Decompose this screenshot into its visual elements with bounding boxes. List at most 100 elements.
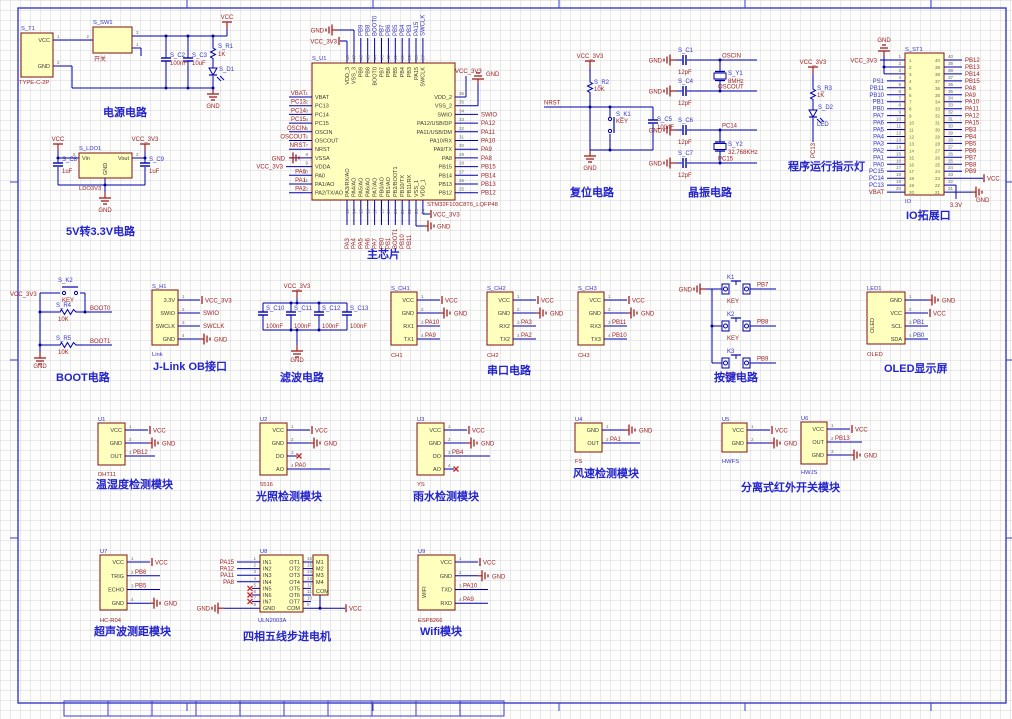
gndE-symbol[interactable] — [467, 437, 478, 449]
net-label[interactable]: GND — [550, 312, 564, 318]
net-label[interactable]: PA12 — [481, 121, 496, 127]
net-label[interactable]: PB1 — [386, 237, 392, 249]
net-label[interactable]: GND — [214, 338, 228, 344]
keyBig-symbol[interactable] — [721, 280, 751, 295]
net-label[interactable]: VCC_3V3 — [850, 59, 877, 65]
net-label[interactable]: S_R1 — [218, 44, 234, 50]
net-label[interactable]: PB4 — [965, 135, 977, 141]
net-label[interactable]: S_R2 — [594, 80, 610, 86]
gndS-symbol[interactable] — [325, 24, 338, 36]
component-value[interactable]: HWFS — [722, 459, 739, 465]
circuit-block-stepper-motor-driver[interactable]: U8 ULN2003A 1 IN1 PA15 2 IN2 PA12 3 IN3 PA11 4 IN4 PA… — [197, 549, 363, 643]
x-symbol[interactable] — [247, 585, 253, 592]
net-label[interactable]: PA7 — [372, 237, 378, 249]
circuit-block-main-mcu[interactable]: S_U1STM32F103C8T6_LQFP481VBATVBAT2PC13PC… — [256, 15, 500, 261]
net-label[interactable]: VCC_3V3 — [455, 69, 482, 75]
net-label[interactable]: LED — [817, 122, 829, 128]
component-U6[interactable]: U6 HWJS 1 VCC VCC 2 OUT PB13 3 GND GND — [800, 416, 878, 476]
gndU-symbol[interactable] — [878, 44, 890, 56]
gndE-symbol[interactable] — [478, 570, 489, 582]
net-label[interactable]: BOOT1 — [393, 228, 399, 249]
net-label[interactable]: SWIO — [481, 112, 497, 118]
net-label[interactable]: PB0 — [873, 107, 885, 113]
net-label[interactable]: VCC — [987, 177, 1000, 183]
gndE-symbol[interactable] — [625, 424, 636, 436]
component-value[interactable]: CH2 — [487, 353, 499, 359]
net-label[interactable]: PB10 — [400, 234, 406, 249]
gnd-symbol[interactable] — [99, 192, 111, 205]
net-label[interactable]: VCC_3V3 — [310, 40, 337, 46]
net-label[interactable]: VCC_3V3 — [800, 60, 827, 66]
net-label[interactable]: PC14 — [291, 108, 307, 114]
net-label[interactable]: S_R5 — [56, 336, 72, 342]
net-label[interactable]: VCC — [933, 312, 946, 318]
circuit-block-oled-display[interactable]: LED1 OLED OLED 1 GND GND 2 VCC VCC 3 SCL PB1 4 SDA PB0… — [866, 286, 956, 375]
gndE-symbol[interactable] — [627, 307, 638, 319]
vccT-symbol[interactable] — [585, 60, 595, 68]
net-label[interactable]: 1uF — [149, 169, 160, 175]
component-designator[interactable]: U1 — [98, 417, 105, 423]
net-label[interactable]: PA2 — [521, 333, 533, 339]
component-value[interactable]: Link — [152, 352, 163, 358]
net-label[interactable]: PA10 — [425, 320, 440, 326]
gnd-symbol[interactable] — [34, 352, 46, 365]
component-S_H1[interactable]: S_H1 Link 1 3.3V VCC_3V3 2 SWIO SWIO 3 SWCLK SWCLK… — [151, 284, 232, 358]
net-label[interactable]: GND — [877, 38, 891, 44]
net-label[interactable]: PB12 — [133, 450, 148, 456]
net-label[interactable]: 1K — [817, 93, 824, 99]
gndE-symbol[interactable] — [928, 294, 939, 306]
net-label[interactable]: PC13 — [291, 100, 307, 106]
component-U5[interactable]: U5 HWFS 1 VCC VCC 2 GND GND — [721, 417, 798, 465]
component-U2[interactable]: U2 5516 1 VCC VCC 2 GND GND 3 DO 4 AO PA0 — [259, 417, 338, 488]
net-label[interactable]: SWCLK — [421, 15, 427, 36]
net-label[interactable]: S_C3 — [192, 53, 208, 59]
block-title-ir-switch-module[interactable]: 分离式红外开关模块 — [741, 480, 841, 494]
net-label[interactable]: GND — [33, 364, 47, 370]
net-label[interactable]: NRST — [544, 101, 561, 107]
circuit-block-ldo-5v-to-3v3[interactable]: S_LDO1LDO3V33Vin2VoutGNDVCC VCC_3V3S_C81u… — [52, 137, 165, 238]
block-title-main-mcu[interactable]: 主芯片 — [367, 247, 400, 261]
block-title-serial-port-circuit[interactable]: 串口电路 — [487, 363, 532, 377]
net-label[interactable]: PB3 — [407, 24, 413, 36]
net-label[interactable]: 10K — [594, 87, 605, 93]
gndE-symbol[interactable] — [310, 437, 321, 449]
net-label[interactable]: PA3 — [873, 141, 885, 147]
capH-symbol[interactable] — [682, 86, 687, 96]
net-label[interactable]: VCC_3V3 — [284, 284, 311, 290]
net-label[interactable]: KEY — [727, 336, 739, 342]
block-title-oled-display[interactable]: OLED显示屏 — [884, 362, 948, 375]
net-label[interactable]: PB9 — [359, 24, 365, 36]
gnd-symbol[interactable] — [291, 345, 303, 358]
net-label[interactable]: PB6 — [135, 570, 147, 576]
net-label[interactable]: PB8 — [366, 24, 372, 36]
circuit-block-jlink-ob-header[interactable]: S_H1 Link 1 3.3V VCC_3V3 2 SWIO SWIO 3 SWCLK SWCLK… — [151, 284, 232, 373]
net-label[interactable]: 12pF — [678, 173, 692, 179]
block-title-temp-humidity-module[interactable]: 温湿度检测模块 — [96, 477, 174, 491]
net-label[interactable]: GND — [649, 59, 663, 65]
block-title-stepper-motor-driver[interactable]: 四相五线步进电机 — [243, 629, 331, 643]
net-label[interactable]: PB10 — [869, 93, 884, 99]
net-label[interactable]: PB12 — [965, 58, 980, 64]
net-label[interactable]: 10uF — [192, 61, 206, 67]
capV-symbol[interactable] — [258, 311, 268, 316]
component-S_T1[interactable]: S_T1 TYPE-C-2P 1 VCC 2 GND — [19, 26, 60, 86]
block-title-light-sensor-module[interactable]: 光照检测模块 — [255, 489, 323, 503]
net-label[interactable]: K2 — [727, 312, 735, 318]
component-M1CON[interactable]: M1M2M3M4 COM — [312, 554, 329, 596]
net-label[interactable]: 10K — [58, 317, 69, 323]
net-label[interactable]: GND — [641, 312, 655, 318]
net-label[interactable]: PA1 — [295, 178, 307, 184]
net-label[interactable]: S_D1 — [219, 67, 235, 73]
block-title-crystal-circuit[interactable]: 晶振电路 — [688, 185, 733, 199]
net-label[interactable]: PB13 — [965, 65, 980, 71]
circuit-block-power-circuit[interactable]: S_T1 TYPE-C-2P 1 VCC 2 GND S_SW1 2 3 1 VCC 开关 S_C2 10… — [19, 15, 235, 119]
net-label[interactable]: PB9 — [757, 357, 769, 363]
component-S_CH1[interactable]: S_CH1 CH1 1 VCC VCC 2 GND GND 3 RX1 PA10 4 TX1 PA9 — [390, 286, 468, 359]
circuit-block-key-button-circuit[interactable]: GNDK1KEYPB7K2KEYPB8K3KEYPB9按键电路 — [679, 275, 776, 384]
net-label[interactable]: PB14 — [965, 72, 980, 78]
net-label[interactable]: GND — [639, 429, 653, 435]
component-designator[interactable]: LED1 — [867, 286, 882, 292]
component-S_SW1[interactable]: S_SW1 2 3 1 — [86, 20, 139, 54]
gndE-symbol[interactable] — [440, 307, 451, 319]
net-label[interactable]: GND — [324, 442, 338, 448]
